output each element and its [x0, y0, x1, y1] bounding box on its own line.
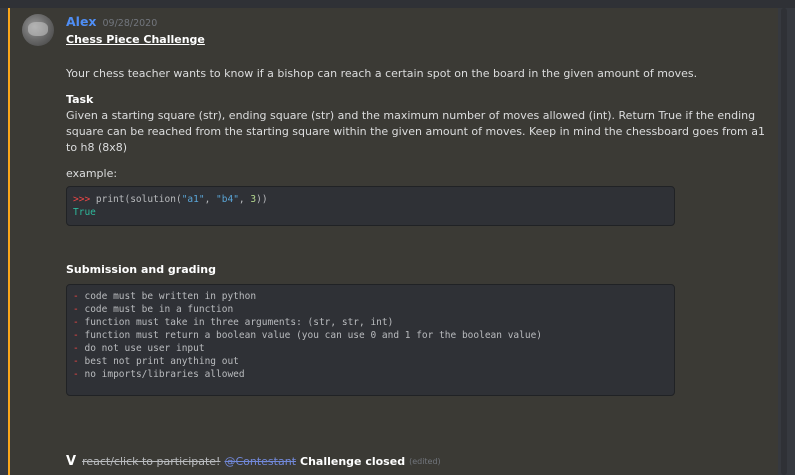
timestamp: 09/28/2020: [102, 18, 158, 29]
rule-bullet: -: [73, 356, 79, 367]
rule-item: code must be in a function: [84, 304, 234, 315]
rule-item: best not print anything out: [84, 356, 239, 367]
rule-bullet: -: [73, 304, 79, 315]
challenge-closed-label: Challenge closed: [300, 455, 406, 468]
check-icon: V: [66, 454, 77, 469]
task-heading: Task: [66, 93, 94, 106]
rule-bullet: -: [73, 330, 79, 341]
mention-highlight-bar: [8, 8, 10, 475]
channel-top-bar: [0, 0, 795, 8]
example-code-block: >>> print(solution("a1", "b4", 3)) True: [66, 186, 675, 226]
challenge-status-line: V react/click to participate! @Contestan…: [66, 454, 441, 469]
code-sep-2: ,: [238, 194, 251, 205]
edited-label: (edited): [409, 457, 441, 466]
task-body: Given a starting square (str), ending sq…: [66, 109, 765, 154]
react-instruction: react/click to participate!: [82, 455, 221, 468]
code-call-prefix: print(solution(: [90, 194, 182, 205]
rule-item: no imports/libraries allowed: [84, 369, 245, 380]
rule-item: function must return a boolean value (yo…: [84, 330, 543, 341]
challenge-title: Chess Piece Challenge: [66, 33, 205, 46]
rule-item: do not use user input: [84, 343, 205, 354]
submission-heading: Submission and grading: [66, 263, 216, 276]
message-content: Chess Piece Challenge Your chess teacher…: [66, 32, 766, 396]
rule-bullet: -: [73, 317, 79, 328]
contestant-mention[interactable]: @Contestant: [224, 455, 296, 468]
message-header: Alex 09/28/2020: [66, 14, 157, 30]
code-call-suffix: )): [256, 194, 268, 205]
code-output: True: [73, 207, 96, 218]
example-label: example:: [66, 167, 118, 180]
rule-bullet: -: [73, 291, 79, 302]
rules-code-block: - code must be written in python - code …: [66, 284, 675, 396]
code-arg-2: "b4": [216, 194, 239, 205]
rule-item: code must be written in python: [84, 291, 257, 302]
rule-bullet: -: [73, 369, 79, 380]
code-sep-1: ,: [204, 194, 217, 205]
rule-item: function must take in three arguments: (…: [84, 317, 394, 328]
intro-text: Your chess teacher wants to know if a bi…: [66, 67, 698, 80]
scrollbar[interactable]: [781, 8, 787, 475]
rule-bullet: -: [73, 343, 79, 354]
code-prompt: >>>: [73, 194, 91, 205]
avatar[interactable]: [22, 14, 54, 46]
code-arg-1: "a1": [181, 194, 205, 205]
username[interactable]: Alex: [66, 14, 97, 29]
